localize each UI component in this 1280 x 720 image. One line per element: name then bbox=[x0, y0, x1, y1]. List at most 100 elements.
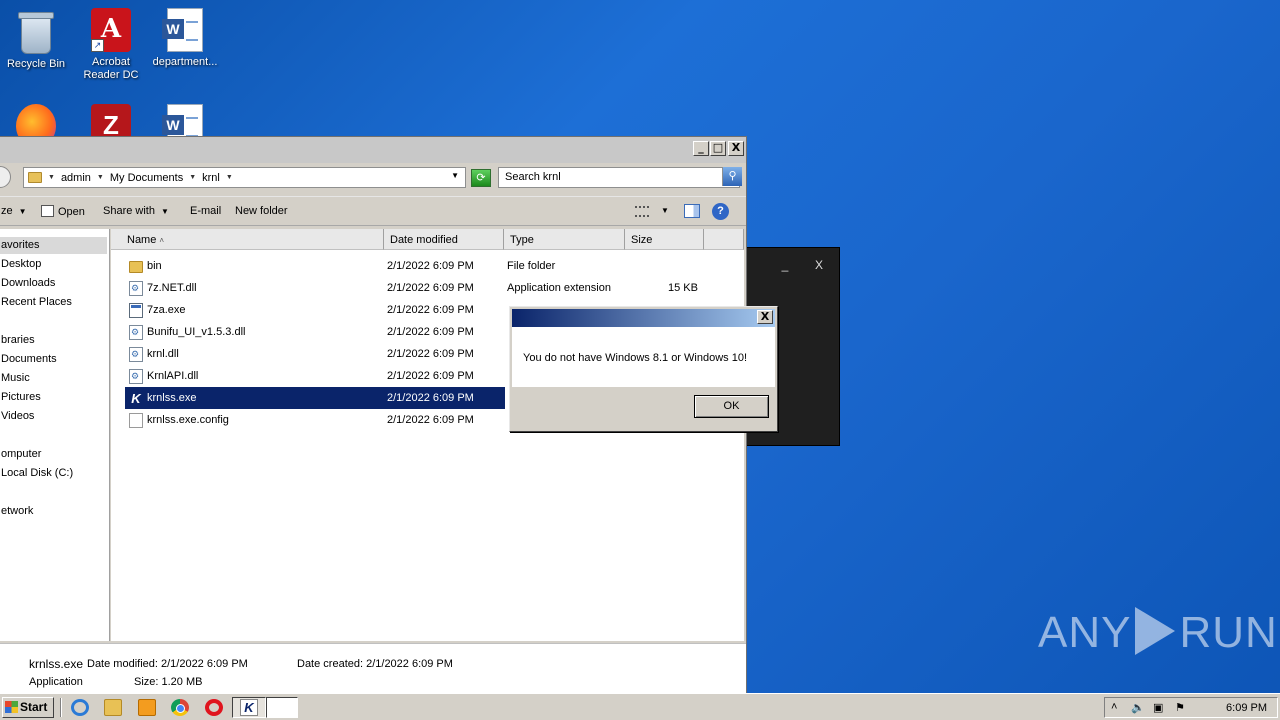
help-icon[interactable]: ? bbox=[712, 203, 729, 220]
opera-icon[interactable] bbox=[205, 699, 223, 716]
breadcrumb-arrow-icon[interactable]: ▼ bbox=[48, 174, 55, 181]
breadcrumb-item[interactable]: My Documents bbox=[110, 172, 183, 184]
desktop-icon-acrobat[interactable]: ↗ Acrobat Reader DC bbox=[75, 8, 147, 82]
file-date: 2/1/2022 6:09 PM bbox=[387, 304, 474, 316]
console-minimize-button[interactable]: _ bbox=[773, 256, 797, 274]
view-dropdown-icon[interactable]: ▼ bbox=[661, 206, 669, 215]
dll-file-icon bbox=[129, 325, 143, 340]
refresh-icon[interactable]: ⟳ bbox=[471, 169, 491, 187]
open-button[interactable]: Open bbox=[41, 205, 85, 218]
file-row[interactable]: bin 2/1/2022 6:09 PM File folder bbox=[125, 255, 725, 277]
dialog-message: You do not have Windows 8.1 or Windows 1… bbox=[523, 352, 748, 364]
nav-documents[interactable]: Documents bbox=[1, 353, 57, 365]
breadcrumb-arrow-icon[interactable]: ▼ bbox=[189, 174, 196, 181]
file-row-selected[interactable]: K krnlss.exe 2/1/2022 6:09 PM bbox=[125, 387, 505, 409]
windows-logo-icon bbox=[5, 701, 18, 713]
nav-local-disk[interactable]: Local Disk (C:) bbox=[1, 467, 73, 479]
folder-icon bbox=[129, 261, 143, 273]
file-name: 7z.NET.dll bbox=[147, 282, 197, 294]
network-icon[interactable]: ▣ bbox=[1153, 701, 1163, 714]
nav-recent-places[interactable]: Recent Places bbox=[1, 296, 72, 308]
media-player-icon[interactable] bbox=[138, 699, 156, 716]
file-date: 2/1/2022 6:09 PM bbox=[387, 414, 474, 426]
nav-desktop[interactable]: Desktop bbox=[1, 258, 41, 270]
dialog-titlebar[interactable]: X bbox=[512, 309, 775, 327]
breadcrumb-arrow-icon[interactable]: ▼ bbox=[97, 174, 104, 181]
acrobat-icon: ↗ bbox=[91, 8, 131, 52]
nav-favorites[interactable]: avorites bbox=[0, 237, 107, 254]
details-pane: krnlss.exe Date modified: 2/1/2022 6:09 … bbox=[0, 643, 746, 697]
chrome-icon[interactable] bbox=[171, 699, 189, 716]
file-date: 2/1/2022 6:09 PM bbox=[387, 392, 474, 404]
nav-pictures[interactable]: Pictures bbox=[1, 391, 41, 403]
taskbar-blank-button[interactable] bbox=[266, 697, 298, 718]
share-with-button[interactable]: Share with ▼ bbox=[103, 205, 169, 217]
organize-button[interactable]: ze ▼ bbox=[1, 205, 27, 217]
dll-file-icon bbox=[129, 369, 143, 384]
desktop-icon-label: Recycle Bin bbox=[6, 58, 66, 70]
address-row: ▼ admin ▼ My Documents ▼ krnl ▼ ▼ ⟳ Sear… bbox=[0, 165, 746, 191]
nav-libraries[interactable]: braries bbox=[1, 334, 35, 346]
file-name: krnlss.exe.config bbox=[147, 414, 229, 426]
console-close-button[interactable]: X bbox=[807, 256, 831, 274]
email-button[interactable]: E-mail bbox=[190, 205, 221, 217]
nav-music[interactable]: Music bbox=[1, 372, 30, 384]
desktop-icon-department-doc[interactable]: department... bbox=[149, 8, 221, 69]
dll-file-icon bbox=[129, 281, 143, 296]
column-header-name[interactable]: Name ˄ bbox=[111, 229, 384, 250]
address-bar[interactable]: ▼ admin ▼ My Documents ▼ krnl ▼ ▼ bbox=[23, 167, 466, 188]
file-row[interactable]: 7z.NET.dll 2/1/2022 6:09 PM Application … bbox=[125, 277, 725, 299]
column-header-blank bbox=[704, 229, 744, 250]
column-header-date[interactable]: Date modified bbox=[384, 229, 504, 250]
breadcrumb-item[interactable]: admin bbox=[61, 172, 91, 184]
search-input[interactable]: Search krnl bbox=[498, 167, 740, 188]
exe-file-icon bbox=[129, 303, 143, 318]
dll-file-icon bbox=[129, 347, 143, 362]
preview-pane-icon[interactable] bbox=[684, 204, 700, 218]
ok-button[interactable]: OK bbox=[694, 395, 769, 418]
search-icon[interactable]: ⚲ bbox=[722, 167, 742, 186]
nav-downloads[interactable]: Downloads bbox=[1, 277, 55, 289]
file-type: File folder bbox=[507, 260, 556, 272]
column-header-type[interactable]: Type bbox=[504, 229, 625, 250]
maximize-button[interactable]: □ bbox=[710, 141, 726, 156]
play-logo-icon bbox=[1135, 607, 1176, 655]
show-hidden-icons-button[interactable]: ˄ bbox=[1111, 701, 1117, 713]
file-date: 2/1/2022 6:09 PM bbox=[387, 282, 474, 294]
column-header-size[interactable]: Size bbox=[625, 229, 704, 250]
details-date-modified: Date modified: 2/1/2022 6:09 PM bbox=[87, 658, 248, 670]
breadcrumb-arrow-icon[interactable]: ▼ bbox=[226, 174, 233, 181]
taskbar-separator bbox=[60, 698, 62, 717]
dropdown-arrow-icon: ▼ bbox=[18, 207, 27, 216]
action-center-flag-icon[interactable]: ⚑ bbox=[1175, 701, 1185, 714]
clock[interactable]: 6:09 PM bbox=[1226, 702, 1267, 714]
command-bar: ze ▼ Open Share with ▼ E-mail New folder ▼… bbox=[0, 196, 746, 226]
nav-computer[interactable]: omputer bbox=[1, 448, 41, 460]
dialog-close-button[interactable]: X bbox=[757, 310, 773, 324]
nav-network[interactable]: etwork bbox=[1, 505, 33, 517]
new-folder-button[interactable]: New folder bbox=[235, 205, 288, 217]
file-date: 2/1/2022 6:09 PM bbox=[387, 260, 474, 272]
address-dropdown-icon[interactable]: ▼ bbox=[451, 171, 459, 180]
error-dialog[interactable]: X You do not have Windows 8.1 or Windows… bbox=[509, 306, 778, 432]
start-button[interactable]: Start bbox=[2, 697, 54, 718]
view-options-icon[interactable] bbox=[635, 206, 649, 217]
dropdown-arrow-icon: ▼ bbox=[160, 207, 169, 216]
file-type: Application extension bbox=[507, 282, 611, 294]
file-date: 2/1/2022 6:09 PM bbox=[387, 326, 474, 338]
internet-explorer-icon[interactable] bbox=[71, 699, 89, 716]
file-name: bin bbox=[147, 260, 162, 272]
file-size: 15 KB bbox=[668, 282, 698, 294]
breadcrumb-item[interactable]: krnl bbox=[202, 172, 220, 184]
close-button[interactable]: X bbox=[728, 141, 744, 156]
desktop-icon-recycle-bin[interactable]: Recycle Bin bbox=[0, 8, 72, 71]
back-button[interactable] bbox=[0, 166, 11, 188]
nav-videos[interactable]: Videos bbox=[1, 410, 34, 422]
volume-icon[interactable]: 🔈 bbox=[1131, 701, 1145, 714]
minimize-button[interactable]: _ bbox=[693, 141, 709, 156]
file-explorer-icon[interactable] bbox=[104, 699, 122, 716]
sort-arrow-icon: ˄ bbox=[159, 236, 165, 245]
explorer-titlebar[interactable]: _ □ X bbox=[0, 137, 746, 163]
file-name: KrnlAPI.dll bbox=[147, 370, 199, 382]
taskbar-krnl-button[interactable]: K bbox=[232, 697, 266, 718]
